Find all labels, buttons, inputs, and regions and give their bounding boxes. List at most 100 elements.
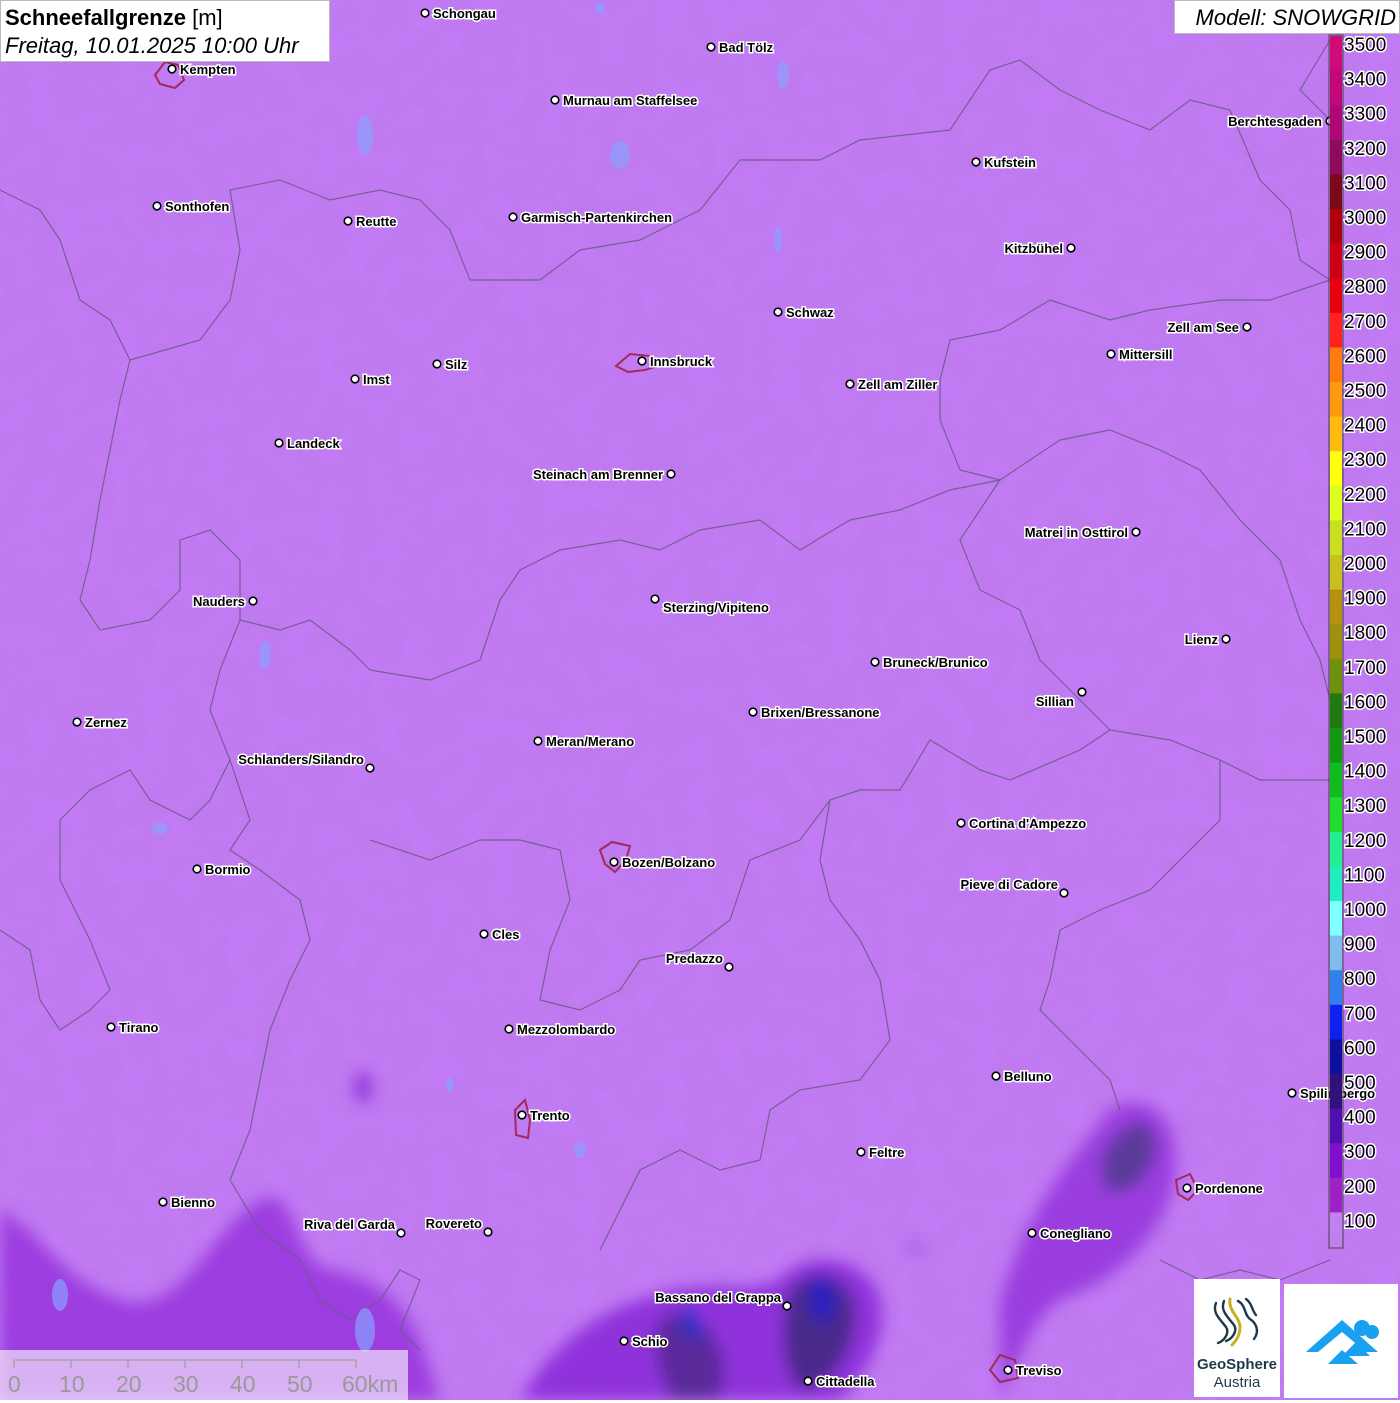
geosphere-emblem-icon (1213, 1297, 1259, 1347)
legend-swatch-2100 (1330, 520, 1342, 556)
city-dot (1131, 527, 1141, 537)
legend-label-500: 500 (1344, 1073, 1376, 1094)
city-label: Kitzbühel (1005, 241, 1064, 256)
city-label: Pordenone (1195, 1181, 1263, 1196)
legend-label-1100: 1100 (1344, 865, 1385, 886)
city-marker-bozen-bolzano: Bozen/Bolzano (609, 854, 717, 872)
city-dot (72, 717, 82, 727)
legend-swatch-400 (1330, 1108, 1342, 1144)
city-dot (483, 1227, 493, 1237)
map-title: Schneefallgrenze [m] (5, 5, 223, 31)
legend-swatch-1300 (1330, 797, 1342, 833)
legend-label-1500: 1500 (1344, 727, 1386, 748)
legend-label-1200: 1200 (1344, 831, 1386, 852)
city-dot (167, 64, 177, 74)
legend-label-200: 200 (1344, 1177, 1376, 1198)
city-label: Treviso (1016, 1363, 1062, 1378)
city-marker-matrei-in-osttirol: Matrei in Osttirol (1023, 524, 1141, 542)
city-marker-brixen-bressanone: Brixen/Bressanone (748, 704, 881, 722)
app-logo[interactable] (1284, 1284, 1398, 1398)
legend-label-2700: 2700 (1344, 312, 1386, 333)
legend-swatch-2700 (1330, 312, 1342, 348)
city-label: Kempten (180, 62, 236, 77)
city-dot (508, 212, 518, 222)
city-dot (192, 864, 202, 874)
legend-swatch-3400 (1330, 70, 1342, 106)
legend-label-3300: 3300 (1344, 104, 1386, 125)
city-dot (706, 42, 716, 52)
legend-label-2600: 2600 (1344, 346, 1386, 367)
city-marker-conegliano: Conegliano (1027, 1225, 1112, 1243)
legend-label-300: 300 (1344, 1142, 1376, 1163)
city-label: Mittersill (1119, 347, 1172, 362)
legend-label-1700: 1700 (1344, 658, 1386, 679)
legend-label-3400: 3400 (1344, 70, 1386, 91)
city-label: Rovereto (426, 1216, 482, 1231)
city-dot (870, 657, 880, 667)
city-label: Sterzing/Vipiteno (663, 600, 769, 615)
city-dot (1003, 1365, 1013, 1375)
city-label: Nauders (193, 594, 245, 609)
city-dot (609, 857, 619, 867)
city-dot (991, 1071, 1001, 1081)
legend-label-1800: 1800 (1344, 623, 1386, 644)
city-label: Bormio (205, 862, 251, 877)
city-label: Sonthofen (165, 199, 229, 214)
legend-swatch-1100 (1330, 866, 1342, 902)
city-label: Pieve di Cadore (960, 877, 1058, 892)
city-label: Zell am Ziller (858, 377, 937, 392)
city-dot (1027, 1228, 1037, 1238)
city-label: Cles (492, 927, 519, 942)
city-dot (479, 929, 489, 939)
legend-swatch-3100 (1330, 174, 1342, 210)
legend-label-1300: 1300 (1344, 796, 1386, 817)
city-dot (637, 356, 647, 366)
geosphere-logo[interactable]: GeoSphere Austria (1194, 1279, 1280, 1397)
legend-label-2900: 2900 (1344, 243, 1386, 264)
legend-swatch-3200 (1330, 139, 1342, 175)
legend-swatch-600 (1330, 1039, 1342, 1075)
legend-label-1000: 1000 (1344, 900, 1386, 921)
city-dot (956, 818, 966, 828)
city-marker-pordenone: Pordenone (1182, 1180, 1264, 1198)
city-label: Schio (632, 1334, 667, 1349)
city-marker-bruneck-brunico: Bruneck/Brunico (870, 654, 989, 672)
legend-label-2200: 2200 (1344, 485, 1386, 506)
snowline-map: Schongau Bad Tölz Kempten Murnau am Staffel… (0, 0, 1400, 1400)
city-marker-steinach-am-brenner: Steinach am Brenner (531, 466, 676, 484)
city-dot (748, 707, 758, 717)
legend-label-3100: 3100 (1344, 173, 1386, 194)
legend-swatch-1700 (1330, 658, 1342, 694)
city-dot (1077, 687, 1087, 697)
city-dot (248, 596, 258, 606)
city-dot (856, 1147, 866, 1157)
mountain-cloud-icon (1306, 1320, 1379, 1364)
legend-swatch-2400 (1330, 416, 1342, 452)
city-dot (350, 374, 360, 384)
city-label: Tirano (119, 1020, 159, 1035)
legend-label-2000: 2000 (1344, 554, 1386, 575)
city-label: Belluno (1004, 1069, 1052, 1084)
city-label: Cortina d'Ampezzo (969, 816, 1086, 831)
legend-swatch-1600 (1330, 693, 1342, 729)
city-label: Bad Tölz (719, 40, 774, 55)
city-dot (158, 1197, 168, 1207)
legend-swatch-1000 (1330, 901, 1342, 937)
city-marker-garmisch-partenkirchen: Garmisch-Partenkirchen (508, 209, 674, 227)
city-dot (533, 736, 543, 746)
city-label: Zernez (85, 715, 127, 730)
title-box: Schneefallgrenze [m] Freitag, 10.01.2025… (0, 0, 330, 62)
legend-swatch-300 (1330, 1143, 1342, 1179)
city-label: Brixen/Bressanone (761, 705, 880, 720)
city-label: Zell am See (1167, 320, 1239, 335)
city-dot (152, 201, 162, 211)
legend-swatch-2300 (1330, 451, 1342, 487)
city-label: Steinach am Brenner (533, 467, 663, 482)
city-label: Berchtesgaden (1228, 114, 1322, 129)
city-marker-zell-am-ziller: Zell am Ziller (845, 376, 939, 394)
city-label: Lienz (1185, 632, 1219, 647)
legend-label-2400: 2400 (1344, 416, 1386, 437)
city-dot (1066, 243, 1076, 253)
city-label: Innsbruck (650, 354, 713, 369)
city-dot (343, 216, 353, 226)
